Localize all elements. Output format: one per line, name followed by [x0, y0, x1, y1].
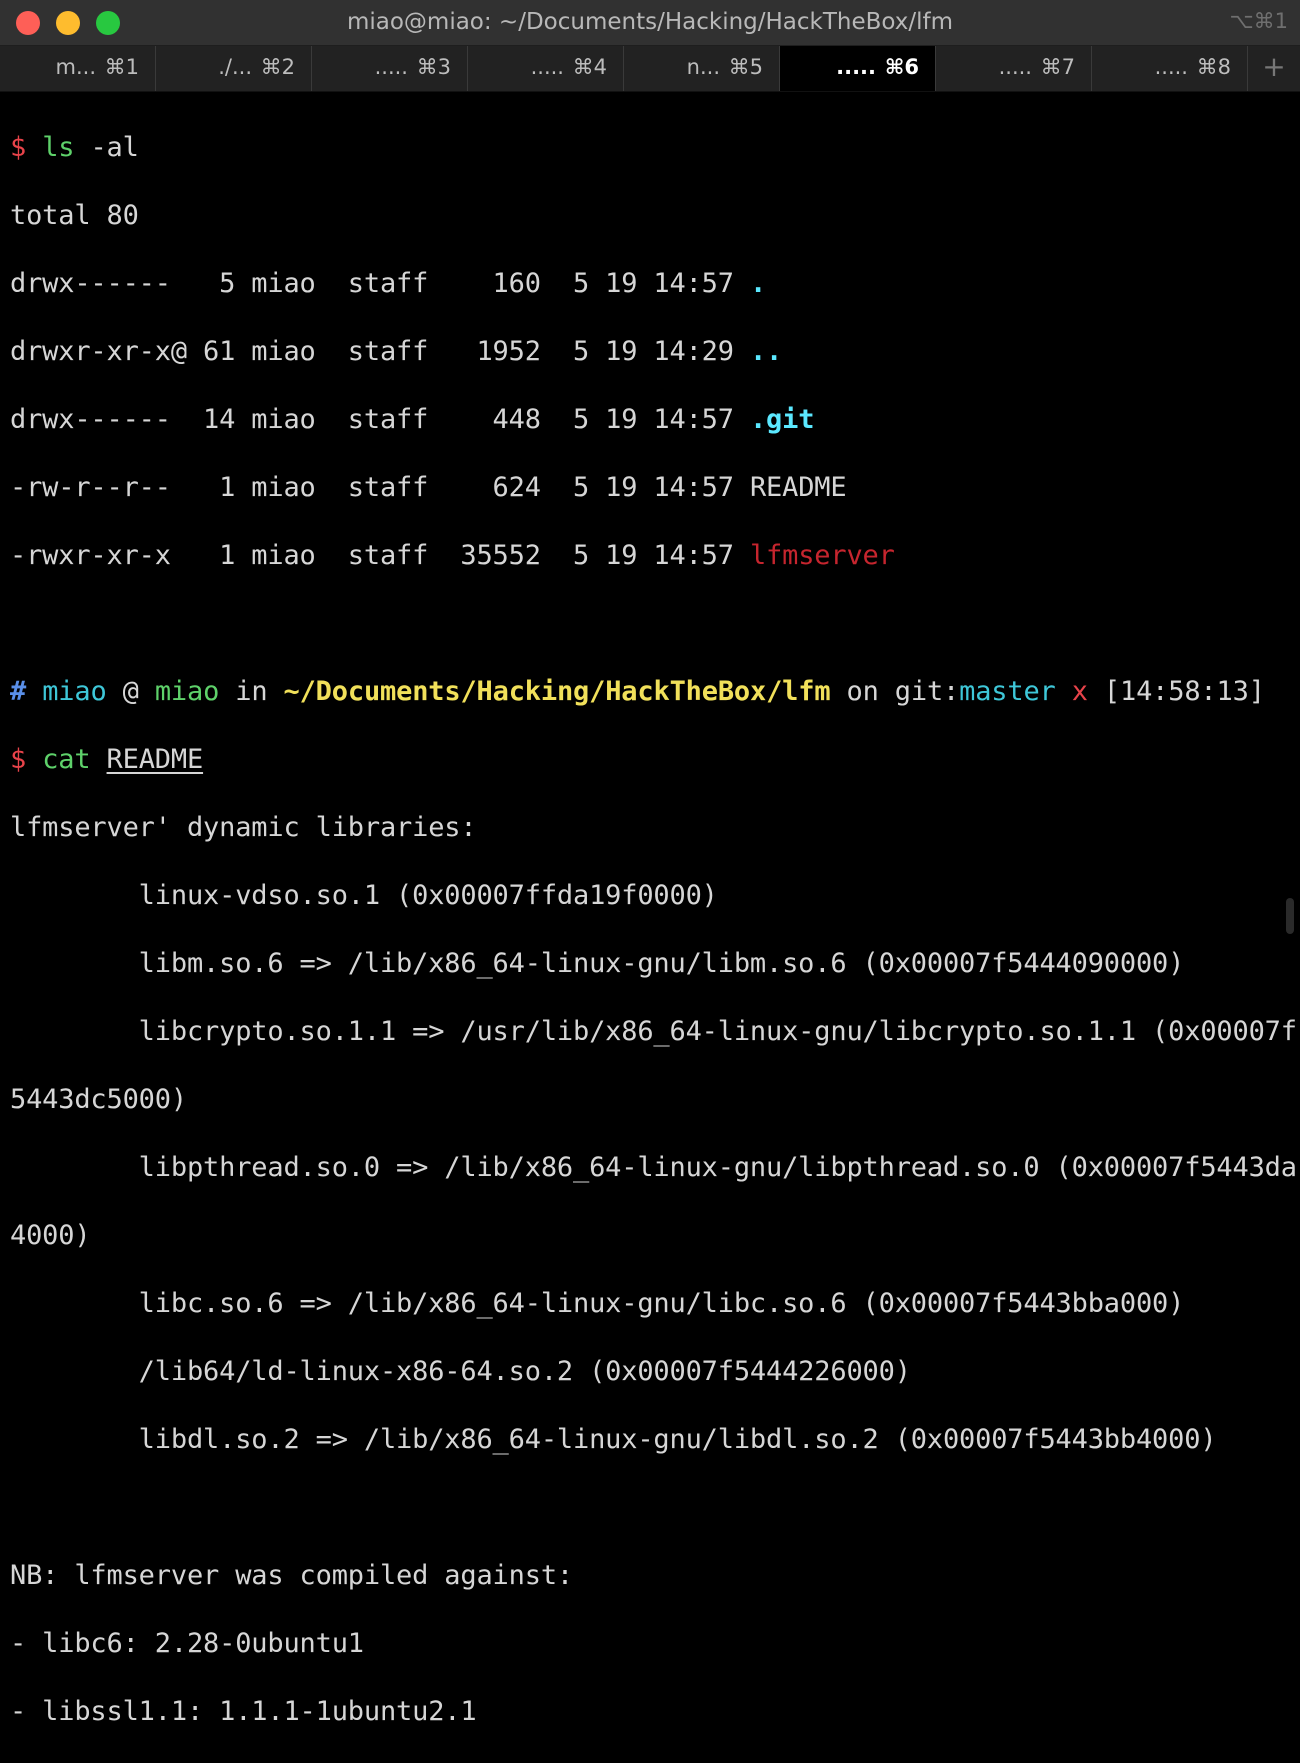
command-name: ls — [42, 132, 75, 163]
scrollbar[interactable] — [1286, 898, 1294, 934]
output-line: libcrypto.so.1.1 => /usr/lib/x86_64-linu… — [10, 1016, 1297, 1047]
tab-2[interactable]: ./... ⌘2 — [156, 46, 312, 91]
tab-label: m... — [55, 55, 96, 79]
command-name: cat — [42, 744, 91, 775]
listing-meta: drwx------ 5 miao staff 160 5 19 14:57 — [10, 268, 750, 299]
tab-1[interactable]: m... ⌘1 — [0, 46, 156, 91]
terminal-output[interactable]: $ ls -al total 80 drwx------ 5 miao staf… — [10, 97, 1297, 1727]
prompt-git-label: git: — [894, 676, 960, 707]
tab-label: ..... — [1154, 55, 1188, 79]
command-args: -al — [74, 132, 139, 163]
listing-name: lfmserver — [749, 540, 895, 571]
tab-5[interactable]: n... ⌘5 — [624, 46, 780, 91]
output-line: lfmserver' dynamic libraries: — [10, 812, 477, 843]
tab-label: n... — [686, 55, 720, 79]
output-line: 4000) — [10, 1220, 91, 1251]
tab-shortcut: ⌘1 — [104, 55, 139, 79]
tab-bar: m... ⌘1 ./... ⌘2 ..... ⌘3 ..... ⌘4 n... ⌘5 ..… — [0, 46, 1300, 92]
tab-shortcut: ⌘7 — [1040, 55, 1075, 79]
title-bar: miao@miao: ~/Documents/Hacking/HackTheBo… — [0, 0, 1300, 46]
listing-row: drwx------ 14 miao staff 448 5 19 14:57 … — [10, 403, 1292, 437]
tab-6-active[interactable]: ..... ⌘6 — [780, 46, 936, 91]
output-line: /lib64/ld-linux-x86-64.so.2 (0x00007f544… — [10, 1356, 911, 1387]
new-tab-button[interactable]: + — [1248, 46, 1300, 91]
prompt-path: ~/Documents/Hacking/HackTheBox/lfm — [283, 676, 831, 707]
listing-meta: drwx------ 14 miao staff 448 5 19 14:57 — [10, 404, 750, 435]
output-line: libpthread.so.0 => /lib/x86_64-linux-gnu… — [10, 1152, 1297, 1183]
command-line-cat: $ cat README — [10, 743, 1292, 777]
tab-shortcut: ⌘6 — [884, 55, 919, 79]
output-line: 5443dc5000) — [10, 1084, 187, 1115]
tab-label: ..... — [998, 55, 1032, 79]
tab-label: ..... — [836, 55, 876, 79]
listing-row: -rwxr-xr-x 1 miao staff 35552 5 19 14:57… — [10, 539, 1292, 573]
output-line: - libssl1.1: 1.1.1-1ubuntu2.1 — [10, 1696, 477, 1727]
tab-8[interactable]: ..... ⌘8 — [1092, 46, 1248, 91]
tab-4[interactable]: ..... ⌘4 — [468, 46, 624, 91]
tab-3[interactable]: ..... ⌘3 — [312, 46, 468, 91]
output-line: total 80 — [10, 200, 139, 231]
tab-label: ..... — [374, 55, 408, 79]
listing-meta: -rw-r--r-- 1 miao staff 624 5 19 14:57 — [10, 472, 750, 503]
listing-row: drwx------ 5 miao staff 160 5 19 14:57 . — [10, 267, 1292, 301]
tab-label: ./... — [218, 55, 252, 79]
listing-name: . — [749, 268, 767, 299]
tab-label: ..... — [530, 55, 564, 79]
prompt-symbol: $ — [10, 132, 27, 163]
prompt-on: on — [846, 676, 879, 707]
tab-shortcut: ⌘2 — [260, 55, 295, 79]
prompt-hash: # — [10, 676, 27, 707]
prompt-at: @ — [122, 676, 139, 707]
listing-name: .. — [749, 336, 783, 367]
command-line-ls: $ ls -al — [10, 131, 1292, 165]
output-line: libc.so.6 => /lib/x86_64-linux-gnu/libc.… — [10, 1288, 1185, 1319]
window-shortcut: ⌥⌘1 — [1229, 9, 1288, 33]
output-line: - libc6: 2.28-0ubuntu1 — [10, 1628, 364, 1659]
window-title: miao@miao: ~/Documents/Hacking/HackTheBo… — [346, 9, 954, 35]
prompt-git-dirty: x — [1071, 676, 1088, 707]
tab-shortcut: ⌘4 — [572, 55, 607, 79]
prompt-user: miao — [42, 676, 107, 707]
prompt-time: [14:58:13] — [1103, 676, 1265, 707]
listing-name: .git — [749, 404, 815, 435]
listing-name: README — [749, 472, 847, 503]
listing-meta: -rwxr-xr-x 1 miao staff 35552 5 19 14:57 — [10, 540, 750, 571]
prompt-git-branch: master — [959, 676, 1056, 707]
tab-shortcut: ⌘3 — [416, 55, 451, 79]
prompt-symbol: $ — [10, 744, 27, 775]
tab-7[interactable]: ..... ⌘7 — [936, 46, 1092, 91]
shell-prompt-line: # miao @ miao in ~/Documents/Hacking/Hac… — [10, 675, 1292, 709]
prompt-host: miao — [154, 676, 220, 707]
tab-shortcut: ⌘8 — [1196, 55, 1231, 79]
listing-row: -rw-r--r-- 1 miao staff 624 5 19 14:57 R… — [10, 471, 1292, 505]
output-line: linux-vdso.so.1 (0x00007ffda19f0000) — [10, 880, 718, 911]
listing-row: drwxr-xr-x@ 61 miao staff 1952 5 19 14:2… — [10, 335, 1292, 369]
prompt-in: in — [235, 676, 268, 707]
tab-shortcut: ⌘5 — [728, 55, 763, 79]
command-arg-file: README — [106, 744, 204, 775]
output-line: libdl.so.2 => /lib/x86_64-linux-gnu/libd… — [10, 1424, 1217, 1455]
output-line: NB: lfmserver was compiled against: — [10, 1560, 573, 1591]
output-line: libm.so.6 => /lib/x86_64-linux-gnu/libm.… — [10, 948, 1185, 979]
listing-meta: drwxr-xr-x@ 61 miao staff 1952 5 19 14:2… — [10, 336, 750, 367]
